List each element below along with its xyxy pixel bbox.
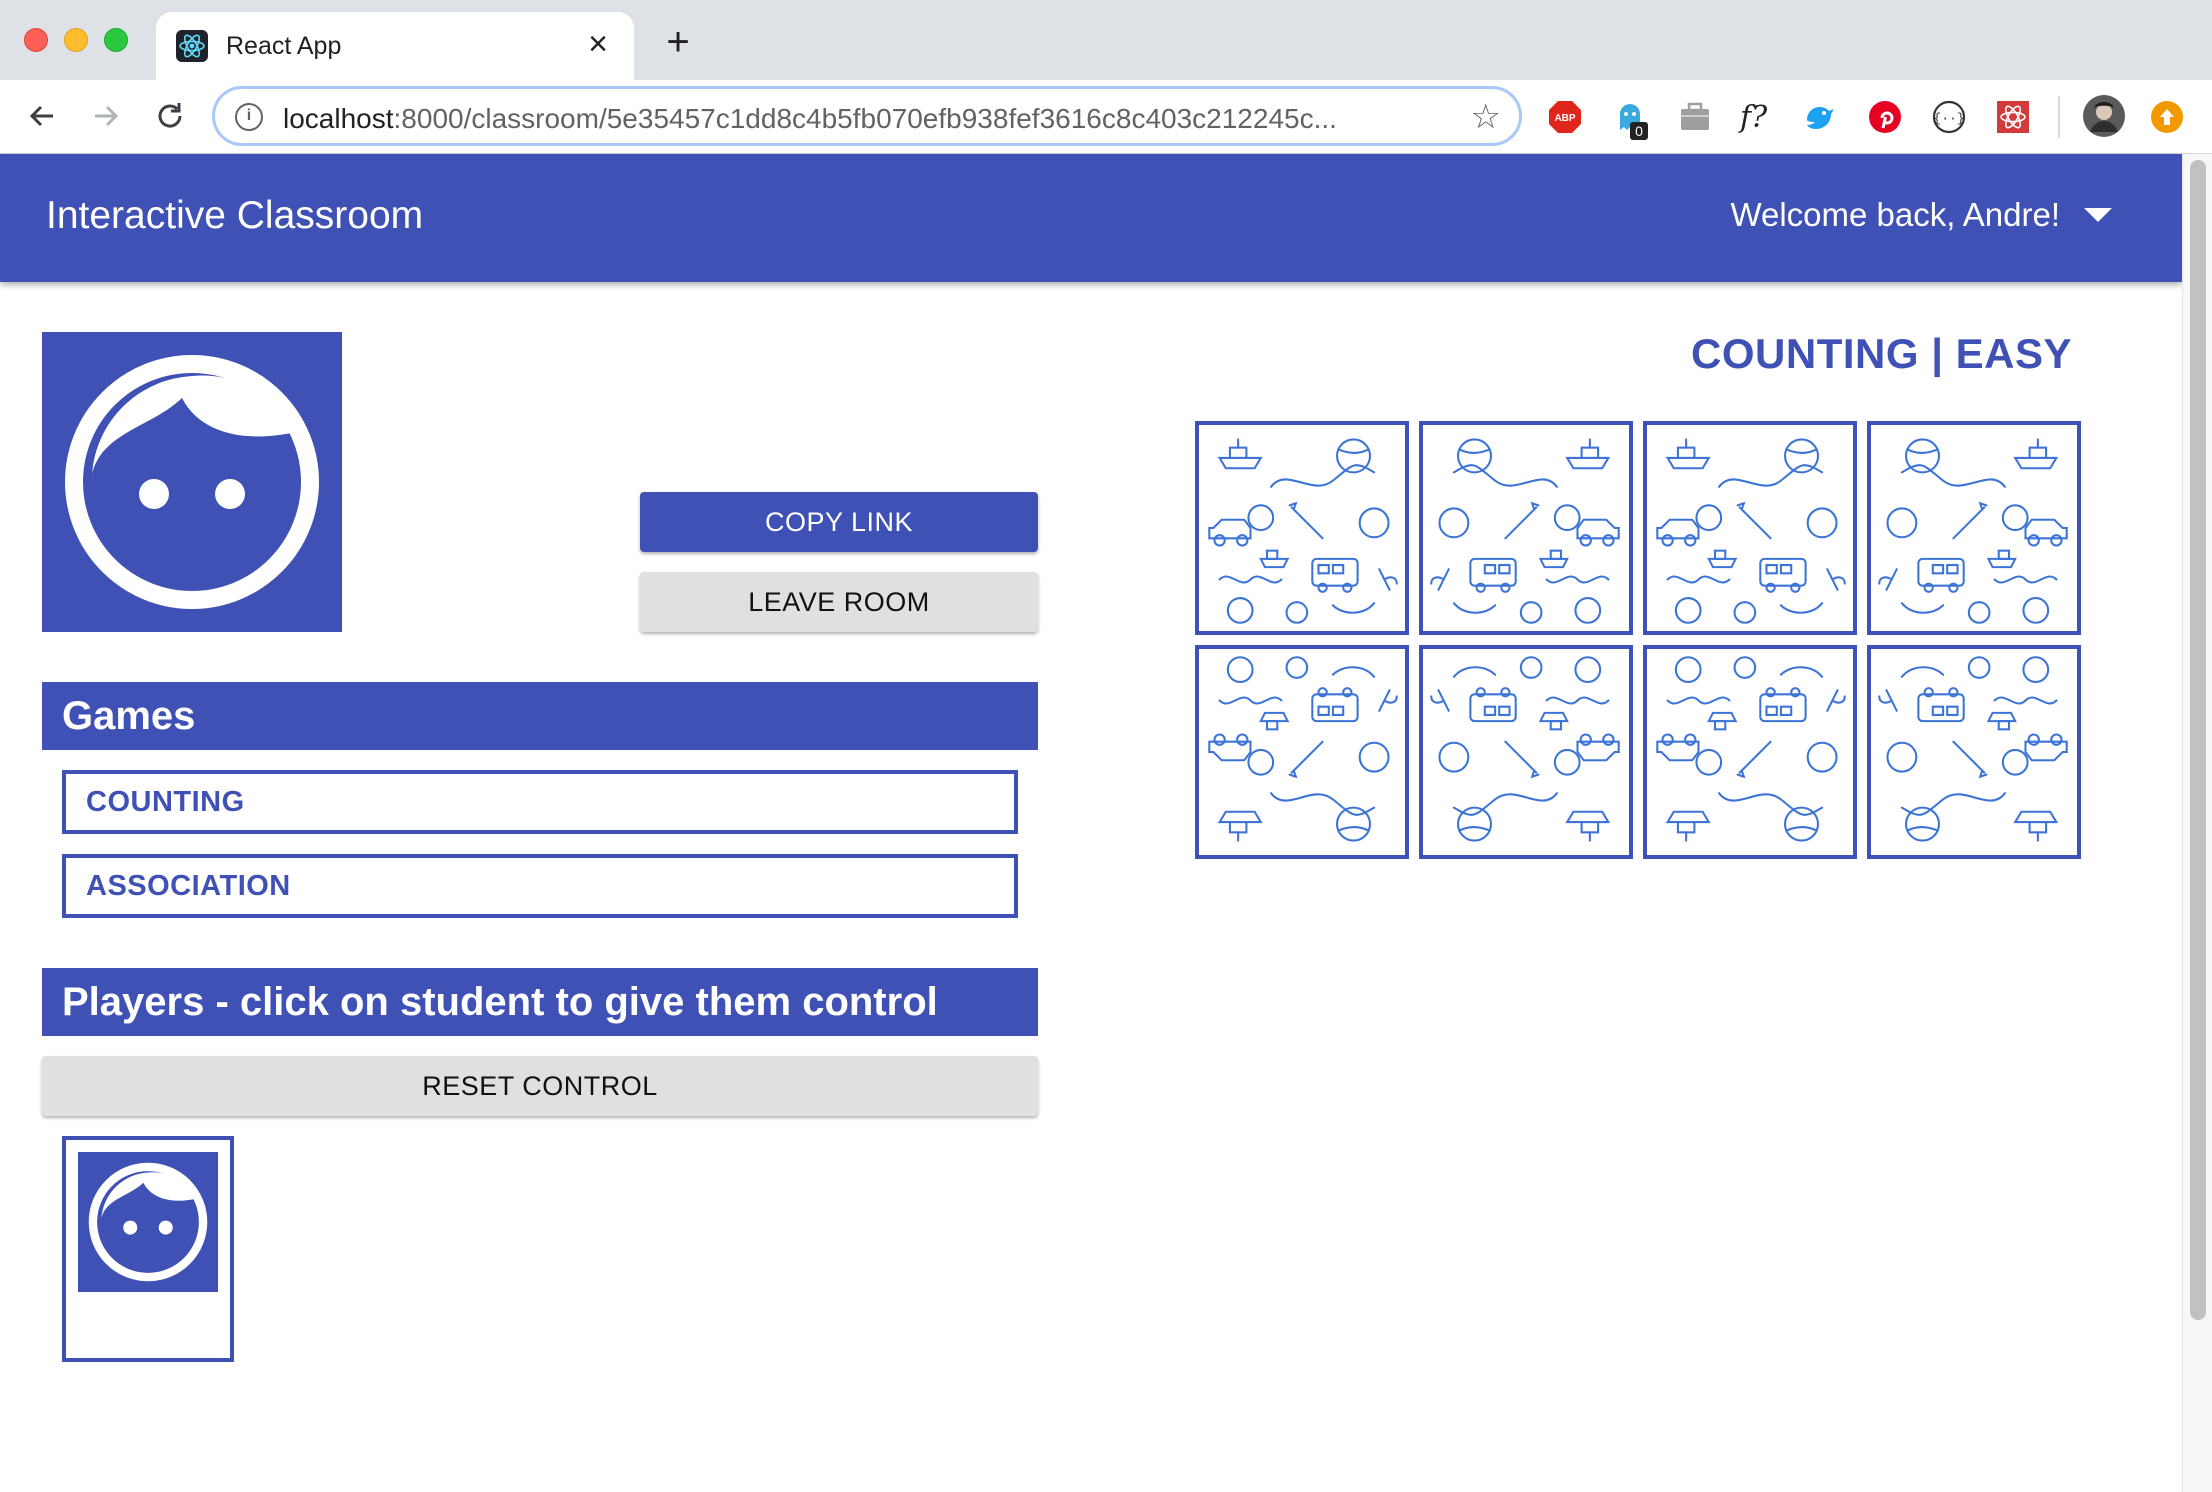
browser-toolbar: i localhost:8000/classroom/5e35457c1dd8c… bbox=[0, 80, 2212, 154]
toolbox-icon[interactable] bbox=[1678, 100, 1712, 134]
url-path: :8000/classroom/5e35457c1dd8c4b5fb070efb… bbox=[393, 103, 1337, 134]
face-icon bbox=[65, 355, 319, 609]
react-favicon-icon bbox=[176, 30, 208, 62]
reload-icon[interactable] bbox=[150, 96, 190, 136]
user-menu[interactable]: Welcome back, Andre! bbox=[1730, 196, 2112, 234]
page-scrollbar[interactable] bbox=[2182, 154, 2212, 1492]
profile-avatar-icon[interactable] bbox=[2082, 94, 2126, 138]
back-arrow-icon[interactable] bbox=[22, 96, 62, 136]
window-minimize-button[interactable] bbox=[64, 28, 88, 52]
toy-pattern-icon bbox=[1656, 438, 1846, 624]
game-item-association[interactable]: ASSOCIATION bbox=[62, 854, 1018, 918]
toy-pattern-icon bbox=[1878, 438, 2068, 624]
player-card[interactable] bbox=[62, 1136, 234, 1362]
url-text: localhost:8000/classroom/5e35457c1dd8c4b… bbox=[283, 103, 1433, 135]
ghostery-badge: 0 bbox=[1635, 123, 1643, 139]
react-devtools-icon[interactable] bbox=[1996, 100, 2030, 134]
adblock-label: ABP bbox=[1554, 113, 1575, 124]
tab-title: React App bbox=[226, 32, 342, 60]
games-header: Games bbox=[42, 682, 1038, 750]
game-item-counting[interactable]: COUNTING bbox=[62, 770, 1018, 834]
toy-pattern-icon bbox=[1208, 656, 1398, 842]
memory-card[interactable] bbox=[1867, 645, 2081, 859]
address-bar[interactable]: i localhost:8000/classroom/5e35457c1dd8c… bbox=[212, 86, 1522, 146]
reset-control-button[interactable]: RESET CONTROL bbox=[42, 1056, 1038, 1116]
player-avatar bbox=[78, 1152, 218, 1292]
welcome-text: Welcome back, Andre! bbox=[1730, 196, 2060, 233]
json-icon[interactable]: {··} bbox=[1932, 100, 1966, 134]
site-info-icon[interactable]: i bbox=[235, 103, 263, 131]
browser-tab[interactable]: React App × bbox=[156, 12, 634, 80]
memory-card[interactable] bbox=[1195, 645, 1409, 859]
tab-close-icon[interactable]: × bbox=[582, 27, 614, 61]
memory-card[interactable] bbox=[1419, 421, 1633, 635]
game-title: COUNTING | EASY bbox=[1691, 330, 2072, 377]
scrollbar-thumb[interactable] bbox=[2190, 160, 2206, 1320]
font-icon[interactable]: f? bbox=[1740, 100, 1774, 135]
toy-pattern-icon bbox=[1878, 656, 2068, 842]
window-zoom-button[interactable] bbox=[104, 28, 128, 52]
update-icon[interactable] bbox=[2150, 100, 2184, 134]
adblock-icon[interactable]: ABP bbox=[1548, 100, 1582, 134]
new-tab-button[interactable]: + bbox=[658, 22, 698, 64]
face-icon bbox=[88, 1162, 208, 1282]
memory-card[interactable] bbox=[1643, 645, 1857, 859]
app-bar: Interactive Classroom Welcome back, Andr… bbox=[0, 154, 2182, 282]
bookmark-star-icon[interactable]: ☆ bbox=[1471, 97, 1501, 137]
toy-pattern-icon bbox=[1430, 438, 1620, 624]
memory-card[interactable] bbox=[1195, 421, 1409, 635]
toolbar-divider bbox=[2058, 96, 2060, 138]
memory-card[interactable] bbox=[1419, 645, 1633, 859]
svg-text:{··}: {··} bbox=[1933, 111, 1964, 126]
ghostery-icon[interactable]: 0 bbox=[1614, 100, 1648, 140]
chevron-down-icon[interactable] bbox=[2084, 208, 2112, 222]
players-header: Players - click on student to give them … bbox=[42, 968, 1038, 1036]
copy-link-button[interactable]: COPY LINK bbox=[640, 492, 1038, 552]
app-title: Interactive Classroom bbox=[46, 194, 424, 237]
pinterest-icon[interactable] bbox=[1868, 100, 1902, 134]
window-close-button[interactable] bbox=[24, 28, 48, 52]
teacher-avatar bbox=[42, 332, 342, 632]
leave-room-button[interactable]: LEAVE ROOM bbox=[640, 572, 1038, 632]
toy-pattern-icon bbox=[1430, 656, 1620, 842]
forward-arrow-icon[interactable] bbox=[86, 96, 126, 136]
memory-card[interactable] bbox=[1643, 421, 1857, 635]
memory-board bbox=[1195, 421, 2081, 861]
url-host: localhost bbox=[283, 103, 394, 134]
toy-pattern-icon bbox=[1656, 656, 1846, 842]
memory-card[interactable] bbox=[1867, 421, 2081, 635]
toy-pattern-icon bbox=[1208, 438, 1398, 624]
bird-icon[interactable] bbox=[1802, 100, 1836, 134]
browser-tab-strip: React App × + bbox=[0, 0, 2212, 80]
